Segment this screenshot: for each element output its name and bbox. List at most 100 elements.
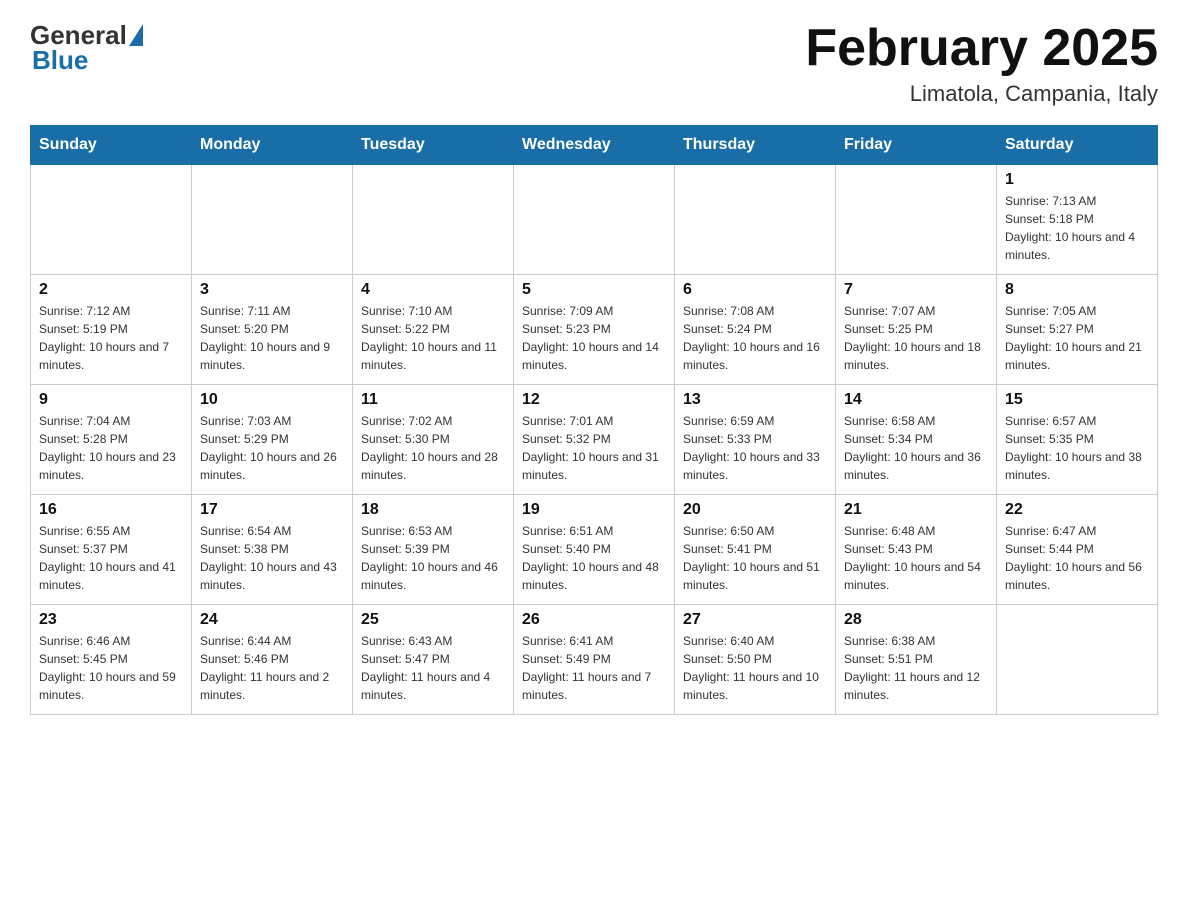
calendar-cell: 23 Sunrise: 6:46 AM Sunset: 5:45 PM Dayli… <box>31 605 192 715</box>
calendar-cell: 6 Sunrise: 7:08 AM Sunset: 5:24 PM Daylig… <box>675 275 836 385</box>
day-info: Sunrise: 6:40 AM Sunset: 5:50 PM Dayligh… <box>683 632 827 704</box>
calendar-cell: 12 Sunrise: 7:01 AM Sunset: 5:32 PM Dayli… <box>514 385 675 495</box>
day-info: Sunrise: 7:13 AM Sunset: 5:18 PM Dayligh… <box>1005 192 1149 264</box>
calendar-cell: 25 Sunrise: 6:43 AM Sunset: 5:47 PM Dayli… <box>353 605 514 715</box>
calendar-cell: 3 Sunrise: 7:11 AM Sunset: 5:20 PM Daylig… <box>192 275 353 385</box>
day-number: 27 <box>683 611 827 629</box>
day-info: Sunrise: 6:43 AM Sunset: 5:47 PM Dayligh… <box>361 632 505 704</box>
calendar-cell <box>675 165 836 275</box>
day-info: Sunrise: 7:12 AM Sunset: 5:19 PM Dayligh… <box>39 302 183 374</box>
day-info: Sunrise: 6:38 AM Sunset: 5:51 PM Dayligh… <box>844 632 988 704</box>
logo: General Blue <box>30 20 143 76</box>
day-info: Sunrise: 6:54 AM Sunset: 5:38 PM Dayligh… <box>200 522 344 594</box>
day-number: 3 <box>200 281 344 299</box>
weekday-header-tuesday: Tuesday <box>353 126 514 165</box>
day-number: 12 <box>522 391 666 409</box>
calendar-cell: 5 Sunrise: 7:09 AM Sunset: 5:23 PM Daylig… <box>514 275 675 385</box>
day-number: 4 <box>361 281 505 299</box>
calendar-cell: 13 Sunrise: 6:59 AM Sunset: 5:33 PM Dayli… <box>675 385 836 495</box>
day-info: Sunrise: 6:44 AM Sunset: 5:46 PM Dayligh… <box>200 632 344 704</box>
day-info: Sunrise: 7:05 AM Sunset: 5:27 PM Dayligh… <box>1005 302 1149 374</box>
calendar-cell: 16 Sunrise: 6:55 AM Sunset: 5:37 PM Dayli… <box>31 495 192 605</box>
day-number: 5 <box>522 281 666 299</box>
day-info: Sunrise: 7:01 AM Sunset: 5:32 PM Dayligh… <box>522 412 666 484</box>
day-number: 10 <box>200 391 344 409</box>
day-info: Sunrise: 7:04 AM Sunset: 5:28 PM Dayligh… <box>39 412 183 484</box>
day-number: 15 <box>1005 391 1149 409</box>
day-number: 8 <box>1005 281 1149 299</box>
day-number: 9 <box>39 391 183 409</box>
page-header: General Blue February 2025 Limatola, Cam… <box>30 20 1158 107</box>
day-number: 25 <box>361 611 505 629</box>
weekday-header-wednesday: Wednesday <box>514 126 675 165</box>
week-row-2: 2 Sunrise: 7:12 AM Sunset: 5:19 PM Daylig… <box>31 275 1158 385</box>
day-number: 14 <box>844 391 988 409</box>
day-info: Sunrise: 7:11 AM Sunset: 5:20 PM Dayligh… <box>200 302 344 374</box>
day-number: 18 <box>361 501 505 519</box>
weekday-header-row: SundayMondayTuesdayWednesdayThursdayFrid… <box>31 126 1158 165</box>
calendar-cell: 4Sunrise: 7:10 AM Sunset: 5:22 PM Daylig… <box>353 275 514 385</box>
calendar-cell: 15 Sunrise: 6:57 AM Sunset: 5:35 PM Dayli… <box>997 385 1158 495</box>
day-info: Sunrise: 7:08 AM Sunset: 5:24 PM Dayligh… <box>683 302 827 374</box>
calendar-cell: 14 Sunrise: 6:58 AM Sunset: 5:34 PM Dayli… <box>836 385 997 495</box>
day-number: 28 <box>844 611 988 629</box>
day-number: 13 <box>683 391 827 409</box>
calendar-cell <box>514 165 675 275</box>
weekday-header-saturday: Saturday <box>997 126 1158 165</box>
day-number: 24 <box>200 611 344 629</box>
day-number: 20 <box>683 501 827 519</box>
day-info: Sunrise: 6:53 AM Sunset: 5:39 PM Dayligh… <box>361 522 505 594</box>
weekday-header-friday: Friday <box>836 126 997 165</box>
day-info: Sunrise: 7:02 AM Sunset: 5:30 PM Dayligh… <box>361 412 505 484</box>
title-section: February 2025 Limatola, Campania, Italy <box>805 20 1158 107</box>
day-info: Sunrise: 6:57 AM Sunset: 5:35 PM Dayligh… <box>1005 412 1149 484</box>
calendar-cell: 21Sunrise: 6:48 AM Sunset: 5:43 PM Dayli… <box>836 495 997 605</box>
day-info: Sunrise: 6:50 AM Sunset: 5:41 PM Dayligh… <box>683 522 827 594</box>
day-info: Sunrise: 6:41 AM Sunset: 5:49 PM Dayligh… <box>522 632 666 704</box>
calendar-cell: 17 Sunrise: 6:54 AM Sunset: 5:38 PM Dayli… <box>192 495 353 605</box>
day-number: 21 <box>844 501 988 519</box>
calendar-cell: 1 Sunrise: 7:13 AM Sunset: 5:18 PM Daylig… <box>997 165 1158 275</box>
day-info: Sunrise: 6:47 AM Sunset: 5:44 PM Dayligh… <box>1005 522 1149 594</box>
calendar-cell: 24 Sunrise: 6:44 AM Sunset: 5:46 PM Dayli… <box>192 605 353 715</box>
calendar-cell: 2 Sunrise: 7:12 AM Sunset: 5:19 PM Daylig… <box>31 275 192 385</box>
calendar-cell <box>192 165 353 275</box>
day-number: 2 <box>39 281 183 299</box>
day-number: 6 <box>683 281 827 299</box>
day-info: Sunrise: 6:55 AM Sunset: 5:37 PM Dayligh… <box>39 522 183 594</box>
calendar-cell <box>353 165 514 275</box>
calendar-cell: 11 Sunrise: 7:02 AM Sunset: 5:30 PM Dayli… <box>353 385 514 495</box>
weekday-header-monday: Monday <box>192 126 353 165</box>
calendar-cell: 20 Sunrise: 6:50 AM Sunset: 5:41 PM Dayli… <box>675 495 836 605</box>
day-number: 17 <box>200 501 344 519</box>
day-number: 16 <box>39 501 183 519</box>
calendar-cell: 8 Sunrise: 7:05 AM Sunset: 5:27 PM Daylig… <box>997 275 1158 385</box>
week-row-3: 9 Sunrise: 7:04 AM Sunset: 5:28 PM Daylig… <box>31 385 1158 495</box>
day-number: 7 <box>844 281 988 299</box>
day-number: 19 <box>522 501 666 519</box>
day-info: Sunrise: 7:03 AM Sunset: 5:29 PM Dayligh… <box>200 412 344 484</box>
day-info: Sunrise: 6:46 AM Sunset: 5:45 PM Dayligh… <box>39 632 183 704</box>
calendar-cell: 19Sunrise: 6:51 AM Sunset: 5:40 PM Dayli… <box>514 495 675 605</box>
day-number: 1 <box>1005 171 1149 189</box>
week-row-4: 16 Sunrise: 6:55 AM Sunset: 5:37 PM Dayli… <box>31 495 1158 605</box>
day-number: 11 <box>361 391 505 409</box>
calendar-cell: 28 Sunrise: 6:38 AM Sunset: 5:51 PM Dayli… <box>836 605 997 715</box>
day-info: Sunrise: 6:58 AM Sunset: 5:34 PM Dayligh… <box>844 412 988 484</box>
calendar-cell: 18 Sunrise: 6:53 AM Sunset: 5:39 PM Dayli… <box>353 495 514 605</box>
calendar-cell: 7 Sunrise: 7:07 AM Sunset: 5:25 PM Daylig… <box>836 275 997 385</box>
day-number: 22 <box>1005 501 1149 519</box>
calendar-cell <box>836 165 997 275</box>
day-number: 26 <box>522 611 666 629</box>
month-title: February 2025 <box>805 20 1158 77</box>
calendar-cell: 10 Sunrise: 7:03 AM Sunset: 5:29 PM Dayli… <box>192 385 353 495</box>
calendar-cell <box>31 165 192 275</box>
day-info: Sunrise: 7:09 AM Sunset: 5:23 PM Dayligh… <box>522 302 666 374</box>
day-info: Sunrise: 6:59 AM Sunset: 5:33 PM Dayligh… <box>683 412 827 484</box>
calendar-cell: 9 Sunrise: 7:04 AM Sunset: 5:28 PM Daylig… <box>31 385 192 495</box>
logo-blue-text: Blue <box>32 45 88 76</box>
day-info: Sunrise: 7:07 AM Sunset: 5:25 PM Dayligh… <box>844 302 988 374</box>
day-number: 23 <box>39 611 183 629</box>
location-subtitle: Limatola, Campania, Italy <box>805 81 1158 107</box>
calendar-cell <box>997 605 1158 715</box>
